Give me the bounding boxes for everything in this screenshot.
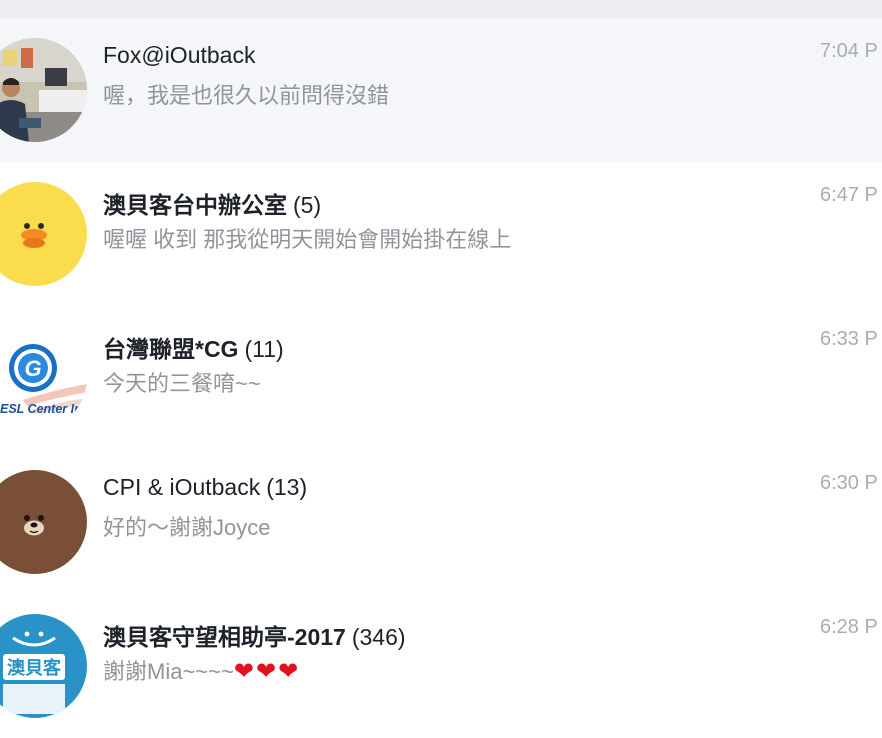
conversation-title: 澳貝客台中辦公室 (5)	[103, 186, 321, 220]
unread-count: (11)	[244, 336, 284, 362]
message-preview: 好的～謝謝Joyce	[103, 515, 271, 540]
message-time: 6:47 P	[820, 184, 878, 206]
conversation-title: 台灣聯盟*CG (11)	[103, 330, 284, 364]
conversation-title: Fox@iOutback	[103, 42, 255, 69]
conversation-name: Fox@iOutback	[103, 42, 256, 68]
unread-count: (346)	[351, 624, 406, 650]
message-preview: 今天的三餐唷~~	[103, 371, 261, 396]
esl-center-logo-avatar[interactable]: G ESL Center In	[0, 326, 87, 430]
unread-count: (13)	[266, 474, 308, 500]
conversation-name: CPI & iOutback	[103, 474, 261, 500]
iOutback-logo-avatar[interactable]: 澳貝客	[0, 614, 87, 718]
unread-count: (5)	[293, 192, 322, 218]
conversation-name: 澳貝客守望相助亭-2017	[103, 624, 346, 650]
message-preview: 喔喔 收到 那我從明天開始會開始掛在線上	[103, 227, 512, 252]
conversation-name: 台灣聯盟*CG	[103, 336, 239, 362]
esl-center-logo-text: ESL Center In	[0, 402, 82, 416]
conversation-item[interactable]: 澳貝客 澳貝客守望相助亭-2017 (346) 謝謝Mia~~~~❤❤❤ 6:28…	[0, 594, 882, 738]
svg-text:G: G	[24, 356, 41, 381]
message-preview: 喔，我是也很久以前問得沒錯	[103, 83, 390, 108]
conversation-item[interactable]: G ESL Center In 台灣聯盟*CG (11) 今天的三餐唷~~ 6:3…	[0, 306, 882, 450]
heart-emoji-icon: ❤❤❤	[233, 658, 301, 685]
conversation-title: 澳貝客守望相助亭-2017 (346)	[103, 618, 406, 652]
conversation-name: 澳貝客台中辦公室	[103, 192, 287, 218]
yellow-duck-avatar[interactable]	[0, 182, 87, 286]
conversation-item[interactable]: CPI & iOutback (13) 好的～謝謝Joyce 6:30 P	[0, 450, 882, 594]
message-time: 7:04 P	[820, 40, 878, 62]
top-bar	[0, 0, 882, 18]
conversation-item[interactable]: 澳貝客台中辦公室 (5) 喔喔 收到 那我從明天開始會開始掛在線上 6:47 P	[0, 162, 882, 306]
brown-bear-avatar[interactable]	[0, 470, 87, 574]
message-time: 6:28 P	[820, 616, 878, 638]
iOutback-logo-text: 澳貝客	[7, 657, 62, 679]
conversation-title: CPI & iOutback (13)	[103, 474, 307, 501]
conversation-list: Fox@iOutback 喔，我是也很久以前問得沒錯 7:04 P 澳貝客台中辦…	[0, 18, 882, 738]
message-time: 6:30 P	[820, 472, 878, 494]
message-time: 6:33 P	[820, 328, 878, 350]
message-preview: 謝謝Mia~~~~❤❤❤	[103, 654, 300, 686]
person-photo-avatar[interactable]	[0, 38, 87, 142]
message-preview-text: 謝謝Mia~~~~	[103, 659, 234, 684]
conversation-item[interactable]: Fox@iOutback 喔，我是也很久以前問得沒錯 7:04 P	[0, 18, 882, 162]
